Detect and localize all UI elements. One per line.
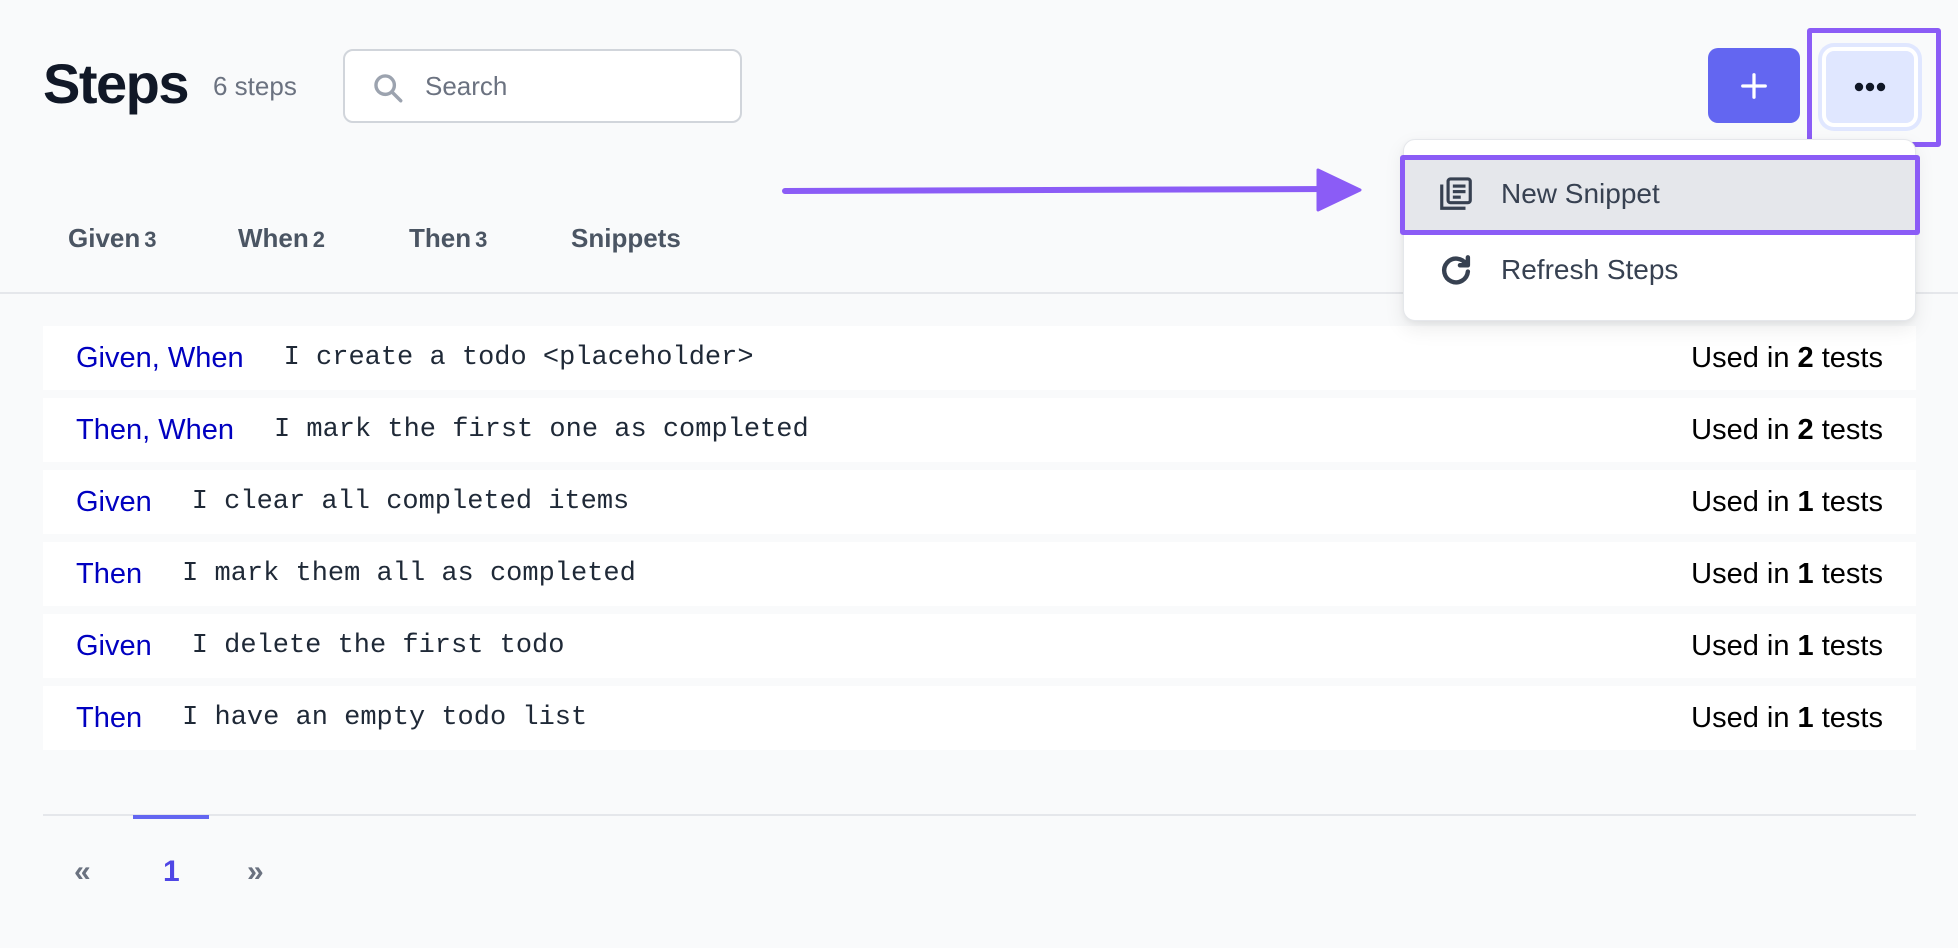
steps-list: Given, When I create a todo <placeholder… [43,326,1916,758]
step-usage: Used in 1 tests [1691,557,1883,590]
step-keywords: Given [76,630,152,662]
menu-item-label: Refresh Steps [1501,254,1679,285]
tab-count: 3 [144,227,157,252]
tab-label: When [238,223,309,253]
tab-label: Snippets [571,223,681,253]
step-text: I delete the first todo [191,631,565,661]
arrow-shaft [782,186,1333,194]
tab-count: 3 [475,227,488,252]
tab-label: Then [409,223,472,253]
step-text: I mark the first one as completed [273,415,809,445]
step-keywords: Given [76,486,152,518]
step-keywords: Given, When [76,342,244,374]
step-keywords: Then [76,558,143,590]
step-row[interactable]: Then, When I mark the first one as compl… [43,398,1916,462]
pagination-divider [43,814,1916,816]
more-options-button[interactable] [1822,47,1918,127]
search-box[interactable] [343,49,742,123]
step-usage: Used in 2 tests [1691,341,1883,374]
step-row[interactable]: Given I delete the first todo Used in 1 … [43,614,1916,678]
step-row[interactable]: Given, When I create a todo <placeholder… [43,326,1916,390]
search-icon [374,74,403,103]
menu-item-label: New Snippet [1501,178,1660,209]
step-text: I have an empty todo list [182,703,588,733]
step-row[interactable]: Given I clear all completed items Used i… [43,470,1916,534]
ellipsis-icon [1854,82,1886,92]
step-usage: Used in 1 tests [1691,629,1883,662]
prev-page-button[interactable]: « [74,852,91,892]
tab-count: 2 [312,227,326,252]
step-usage: Used in 1 tests [1691,701,1883,734]
plus-icon [1741,72,1767,99]
tab-then[interactable]: Then 3 [409,220,487,258]
next-page-button[interactable]: » [247,852,264,892]
step-keywords: Then, When [76,414,234,446]
tab-label: Given [68,223,141,253]
step-row[interactable]: Then I have an empty todo list Used in 1… [43,686,1916,750]
step-usage: Used in 2 tests [1691,413,1883,446]
search-input[interactable] [425,51,725,121]
more-options-menu: New Snippet Refresh Steps [1403,139,1917,321]
active-page-indicator [133,815,209,819]
step-keywords: Then [76,702,143,734]
page-1-button[interactable]: 1 [163,852,180,892]
step-text: I clear all completed items [191,487,630,517]
page-title: Steps [43,52,190,115]
menu-item-new-snippet[interactable]: New Snippet [1404,156,1917,232]
tab-when[interactable]: When 2 [238,220,325,258]
snippet-icon [1440,177,1472,210]
step-usage: Used in 1 tests [1691,485,1883,518]
menu-item-refresh-steps[interactable]: Refresh Steps [1404,232,1917,308]
add-step-button[interactable] [1708,48,1800,123]
step-count: 6 steps [213,71,297,101]
step-text: I mark them all as completed [182,559,636,589]
tab-snippets[interactable]: Snippets [571,220,681,256]
step-row[interactable]: Then I mark them all as completed Used i… [43,542,1916,606]
tab-given[interactable]: Given 3 [68,220,157,258]
arrow-head [1316,168,1362,212]
refresh-icon [1441,255,1471,285]
step-text: I create a todo <placeholder> [283,343,754,373]
